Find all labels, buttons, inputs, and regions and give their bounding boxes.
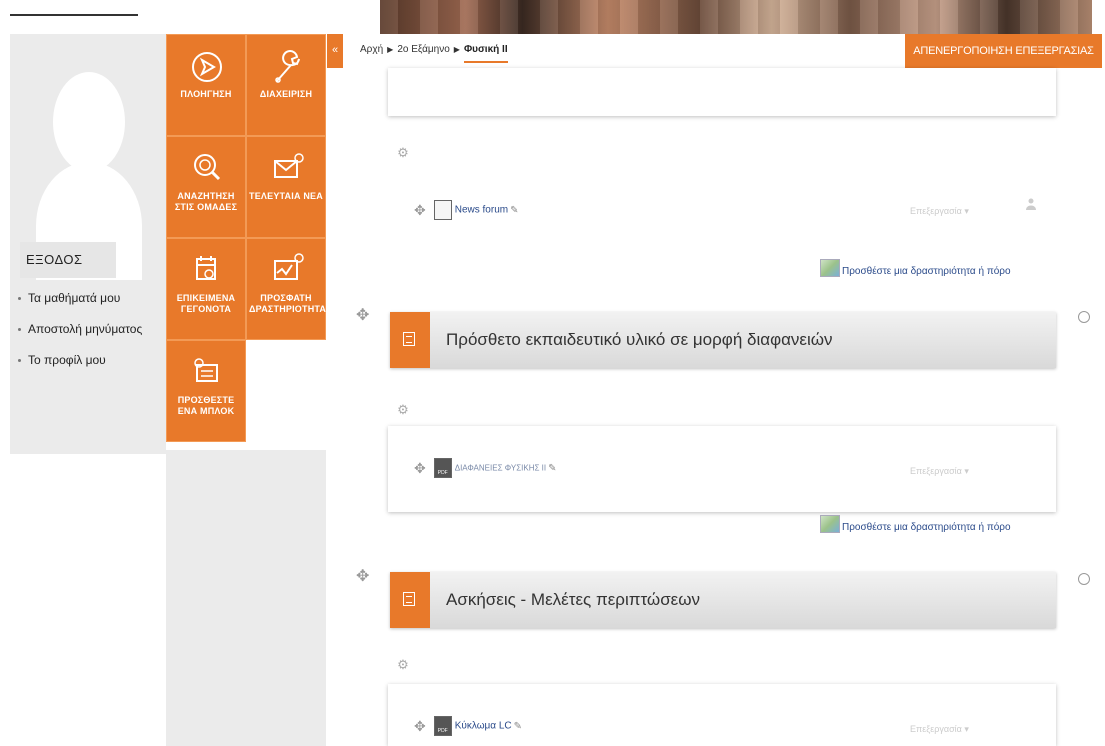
move-section-icon[interactable]: ✥ (356, 305, 369, 325)
tile-latest-news[interactable]: ΤΕΛΕΥΤΑΙΑ ΝΕΑ (246, 136, 326, 238)
tile-label: ΔΙΑΧΕΙΡΙΣΗ (259, 89, 313, 99)
activity-edit-menu[interactable]: Επεξεργασία ▾ (910, 466, 969, 477)
activity-card (388, 684, 1056, 746)
send-message-link[interactable]: Αποστολή μηνύματος (18, 321, 148, 337)
top-divider (10, 14, 138, 16)
section-icon (390, 312, 430, 368)
tile-label: ΠΡΟΣΦΑΤΗ ΔΡΑΣΤΗΡΙΟΤΗΤΑ (249, 293, 327, 314)
navigation-icon (192, 52, 222, 82)
tile-label: ΕΠΙΚΕΙΜΕΝΑ ΓΕΓΟΝΟΤΑ (176, 293, 236, 314)
breadcrumb: Αρχή ▶ 2ο Εξάμηνο ▶ Φυσική ΙΙ (360, 44, 508, 63)
course-section-card (388, 68, 1056, 116)
tile-administration[interactable]: ΔΙΑΧΕΙΡΙΣΗ (246, 34, 326, 136)
add-activity-link[interactable]: Προσθέστε μια δραστηριότητα ή πόρο (820, 515, 1011, 533)
activity-edit-menu[interactable]: Επεξεργασία ▾ (910, 724, 969, 735)
tile-label: ΠΛΟΗΓΗΣΗ (180, 89, 232, 99)
edit-title-pencil-icon[interactable]: ✎ (548, 463, 556, 474)
activity-row[interactable]: ✥ News forum ✎ (414, 200, 518, 220)
breadcrumb-home[interactable]: Αρχή (360, 44, 383, 55)
section-header[interactable]: Ασκήσεις - Μελέτες περιπτώσεων (390, 572, 1056, 628)
add-activity-link[interactable]: Προσθέστε μια δραστηριότητα ή πόρο (820, 259, 1011, 277)
tile-label: ΑΝΑΖΗΤΗΣΗ ΣΤΙΣ ΟΜΑΔΕΣ (174, 191, 238, 212)
breadcrumb-separator-icon: ▶ (453, 45, 460, 54)
tile-recent-activity[interactable]: ΠΡΟΣΦΑΤΗ ΔΡΑΣΤΗΡΙΟΤΗΤΑ (246, 238, 326, 340)
move-icon[interactable]: ✥ (414, 460, 426, 476)
header-banner-image (380, 0, 1092, 34)
tile-group-search[interactable]: ΑΝΑΖΗΤΗΣΗ ΣΤΙΣ ΟΜΑΔΕΣ (166, 136, 246, 238)
breadcrumb-current-course[interactable]: Φυσική ΙΙ (463, 44, 508, 63)
search-icon (194, 154, 221, 181)
user-icon[interactable] (1026, 198, 1036, 210)
activity-link-slides[interactable]: ΔΙΑΦΑΝΕΙΕΣ ΦΥΣΙΚΗΣ ΙΙ (455, 464, 546, 473)
tile-label: ΠΡΟΣΘΕΣΤΕ ΕΝΑ ΜΠΛΟΚ (177, 395, 235, 416)
news-mail-icon (274, 153, 304, 178)
forum-icon (433, 200, 452, 220)
visibility-icon[interactable] (1078, 311, 1090, 323)
edit-title-pencil-icon[interactable]: ✎ (510, 205, 518, 216)
add-block-icon (194, 358, 218, 382)
activity-link-news-forum[interactable]: News forum (455, 205, 508, 216)
gear-icon[interactable]: ⚙ (396, 658, 410, 672)
activity-chart-icon (274, 253, 304, 280)
user-links: Τα μαθήματά μου Αποστολή μηνύματος Το πρ… (18, 290, 148, 383)
tile-upcoming-events[interactable]: ΕΠΙΚΕΙΜΕΝΑ ΓΕΓΟΝΟΤΑ (166, 238, 246, 340)
section-title[interactable]: Πρόσθετο εκπαιδευτικό υλικό σε μορφή δια… (446, 312, 833, 368)
wrench-icon (275, 50, 300, 83)
gear-icon[interactable]: ⚙ (396, 146, 410, 160)
broken-image-icon (820, 259, 840, 277)
activity-link-lc-circuit[interactable]: Κύκλωμα LC (455, 721, 512, 732)
tile-navigation[interactable]: ΠΛΟΗΓΗΣΗ (166, 34, 246, 136)
activity-row[interactable]: ✥ Κύκλωμα LC✎ (414, 716, 522, 736)
activity-row[interactable]: ✥ ΔΙΑΦΑΝΕΙΕΣ ΦΥΣΙΚΗΣ ΙΙ✎ (414, 458, 556, 478)
move-section-icon[interactable]: ✥ (356, 566, 369, 586)
user-panel: ΕΞΟΔΟΣ (10, 34, 166, 454)
activity-edit-menu[interactable]: Επεξεργασία ▾ (910, 206, 969, 217)
pdf-icon (433, 458, 452, 478)
visibility-icon[interactable] (1078, 573, 1090, 585)
pdf-icon (433, 716, 452, 736)
tile-add-block[interactable]: ΠΡΟΣΘΕΣΤΕ ΕΝΑ ΜΠΛΟΚ (166, 340, 246, 442)
section-title[interactable]: Ασκήσεις - Μελέτες περιπτώσεων (446, 572, 700, 628)
double-chevron-left-icon[interactable]: « (327, 34, 343, 68)
turn-editing-off-button[interactable]: ΑΠΕΝΕΡΓΟΠΟΙΗΣΗ ΕΠΕΞΕΡΓΑΣΙΑΣ (905, 34, 1102, 68)
breadcrumb-semester[interactable]: 2ο Εξάμηνο (397, 44, 449, 55)
move-icon[interactable]: ✥ (414, 718, 426, 734)
section-icon (390, 572, 430, 628)
broken-image-icon (820, 515, 840, 533)
block-tiles: ΠΛΟΗΓΗΣΗ ΔΙΑΧΕΙΡΙΣΗ ΑΝΑΖΗΤΗΣΗ ΣΤΙΣ ΟΜΑΔΕ… (166, 34, 326, 450)
breadcrumb-separator-icon: ▶ (387, 45, 394, 54)
logout-button[interactable]: ΕΞΟΔΟΣ (20, 242, 116, 278)
my-courses-link[interactable]: Τα μαθήματά μου (18, 290, 148, 306)
gear-icon[interactable]: ⚙ (396, 403, 410, 417)
edit-title-pencil-icon[interactable]: ✎ (514, 721, 522, 732)
move-icon[interactable]: ✥ (414, 202, 426, 218)
tile-label: ΤΕΛΕΥΤΑΙΑ ΝΕΑ (249, 191, 323, 201)
my-profile-link[interactable]: Το προφίλ μου (18, 352, 148, 368)
block-column-background (166, 450, 326, 746)
calendar-icon (196, 256, 216, 280)
section-header[interactable]: Πρόσθετο εκπαιδευτικό υλικό σε μορφή δια… (390, 312, 1056, 368)
